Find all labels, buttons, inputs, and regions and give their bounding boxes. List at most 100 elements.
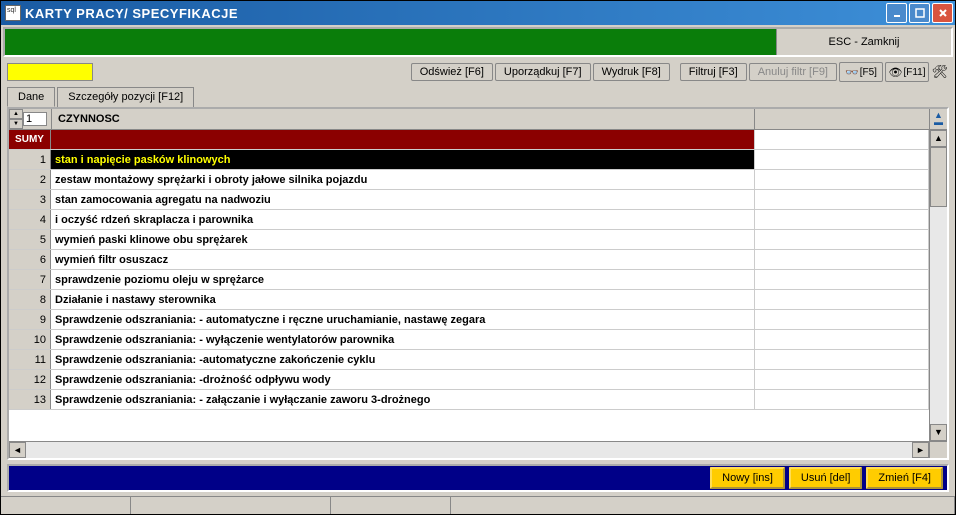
table-row[interactable]: 4i oczyść rdzeń skraplacza i parownika: [9, 210, 929, 230]
row-cell-czynnosc: zestaw montażowy sprężarki i obroty jało…: [51, 170, 755, 189]
new-button[interactable]: Nowy [ins]: [710, 467, 785, 489]
status-bar: [1, 496, 955, 514]
rect-icon: ▬: [934, 119, 943, 126]
sumy-cell2: [755, 130, 929, 149]
row-number: 7: [9, 270, 51, 289]
table-row[interactable]: 8Działanie i nastawy sterownika: [9, 290, 929, 310]
row-cell-empty: [755, 310, 929, 329]
row-cell-empty: [755, 170, 929, 189]
grid-header: ▲ ▼ CZYNNOSC ▲ ▬: [9, 109, 947, 130]
tab-strip: Dane Szczegóły pozycji [F12]: [1, 87, 955, 107]
data-grid: ▲ ▼ CZYNNOSC ▲ ▬ SUMY 1stan i napięcie p…: [7, 107, 949, 460]
row-number: 8: [9, 290, 51, 309]
row-cell-empty: [755, 210, 929, 229]
row-cell-czynnosc: stan zamocowania agregatu na nadwoziu: [51, 190, 755, 209]
refresh-button[interactable]: Odśwież [F6]: [411, 63, 493, 81]
row-cell-czynnosc: Sprawdzenie odszraniania: - automatyczne…: [51, 310, 755, 329]
table-row[interactable]: 12Sprawdzenie odszraniania: -drożność od…: [9, 370, 929, 390]
row-spinner[interactable]: ▲ ▼: [9, 109, 23, 129]
f5-button[interactable]: 👓[F5]: [839, 62, 883, 82]
status-1: [1, 497, 131, 514]
row-cell-czynnosc: Sprawdzenie odszraniania: - wyłączenie w…: [51, 330, 755, 349]
table-row[interactable]: 9Sprawdzenie odszraniania: - automatyczn…: [9, 310, 929, 330]
row-number: 10: [9, 330, 51, 349]
esc-close-button[interactable]: ESC - Zamknij: [776, 29, 951, 55]
row-cell-czynnosc: Sprawdzenie odszraniania: - załączanie i…: [51, 390, 755, 409]
status-4: [451, 497, 955, 514]
row-cell-empty: [755, 250, 929, 269]
column-header-czynnosc[interactable]: CZYNNOSC: [51, 109, 755, 129]
spin-up-icon[interactable]: ▲: [9, 109, 23, 119]
row-cell-empty: [755, 150, 929, 169]
table-row[interactable]: 2zestaw montażowy sprężarki i obroty jał…: [9, 170, 929, 190]
row-cell-empty: [755, 370, 929, 389]
spin-down-icon[interactable]: ▼: [9, 119, 23, 129]
close-button[interactable]: [932, 3, 953, 23]
row-number: 2: [9, 170, 51, 189]
row-number: 6: [9, 250, 51, 269]
row-number: 12: [9, 370, 51, 389]
titlebar: sql KARTY PRACY/ SPECYFIKACJE: [1, 1, 955, 25]
maximize-button[interactable]: [909, 3, 930, 23]
eye-icon: 👁: [888, 66, 902, 79]
f11-button[interactable]: 👁[F11]: [885, 62, 929, 82]
table-row[interactable]: 3stan zamocowania agregatu na nadwoziu: [9, 190, 929, 210]
glasses-icon: 👓: [845, 66, 859, 79]
row-cell-czynnosc: wymień paski klinowe obu sprężarek: [51, 230, 755, 249]
row-cell-empty: [755, 390, 929, 409]
row-cell-czynnosc: sprawdzenie poziomu oleju w sprężarce: [51, 270, 755, 289]
tab-dane[interactable]: Dane: [7, 87, 55, 107]
minimize-button[interactable]: [886, 3, 907, 23]
sql-icon: sql: [5, 5, 21, 21]
sumy-cell: [51, 130, 755, 149]
status-2: [131, 497, 331, 514]
table-row[interactable]: 10Sprawdzenie odszraniania: - wyłączenie…: [9, 330, 929, 350]
top-band: ESC - Zamknij: [3, 27, 953, 57]
scroll-right-icon[interactable]: ►: [912, 442, 929, 458]
row-cell-empty: [755, 350, 929, 369]
scroll-thumb[interactable]: [930, 147, 947, 207]
row-number: 4: [9, 210, 51, 229]
delete-button[interactable]: Usuń [del]: [789, 467, 863, 489]
print-button[interactable]: Wydruk [F8]: [593, 63, 670, 81]
row-cell-czynnosc: stan i napięcie pasków klinowych: [51, 150, 755, 169]
vertical-scrollbar[interactable]: ▲ ▼: [929, 130, 947, 441]
row-cell-empty: [755, 190, 929, 209]
yellow-indicator: [7, 63, 93, 81]
row-cell-czynnosc: Sprawdzenie odszraniania: -drożność odpł…: [51, 370, 755, 389]
table-row[interactable]: 13Sprawdzenie odszraniania: - załączanie…: [9, 390, 929, 410]
scroll-indicator[interactable]: ▲ ▬: [929, 109, 947, 129]
filter-button[interactable]: Filtruj [F3]: [680, 63, 747, 81]
scroll-left-icon[interactable]: ◄: [9, 442, 26, 458]
row-cell-empty: [755, 270, 929, 289]
table-row[interactable]: 6wymień filtr osuszacz: [9, 250, 929, 270]
row-cell-czynnosc: Sprawdzenie odszraniania: -automatyczne …: [51, 350, 755, 369]
table-row[interactable]: 5wymień paski klinowe obu sprężarek: [9, 230, 929, 250]
cancel-filter-button[interactable]: Anuluj filtr [F9]: [749, 63, 837, 81]
window-title: KARTY PRACY/ SPECYFIKACJE: [25, 6, 886, 21]
app-window: sql KARTY PRACY/ SPECYFIKACJE ESC - Zamk…: [0, 0, 956, 515]
table-row[interactable]: 11Sprawdzenie odszraniania: -automatyczn…: [9, 350, 929, 370]
row-cell-czynnosc: wymień filtr osuszacz: [51, 250, 755, 269]
table-row[interactable]: 7sprawdzenie poziomu oleju w sprężarce: [9, 270, 929, 290]
scroll-down-icon[interactable]: ▼: [930, 424, 947, 441]
tab-szczegoly[interactable]: Szczegóły pozycji [F12]: [57, 87, 194, 107]
row-cell-czynnosc: Działanie i nastawy sterownika: [51, 290, 755, 309]
sort-button[interactable]: Uporządkuj [F7]: [495, 63, 591, 81]
sumy-row[interactable]: SUMY: [9, 130, 929, 150]
toolbar: Odśwież [F6] Uporządkuj [F7] Wydruk [F8]…: [1, 59, 955, 85]
sumy-label: SUMY: [9, 130, 51, 149]
row-cell-empty: [755, 290, 929, 309]
row-number: 5: [9, 230, 51, 249]
status-3: [331, 497, 451, 514]
edit-button[interactable]: Zmień [F4]: [866, 467, 943, 489]
scroll-up-icon[interactable]: ▲: [930, 130, 947, 147]
row-number: 13: [9, 390, 51, 409]
action-bar: Nowy [ins] Usuń [del] Zmień [F4]: [7, 464, 949, 492]
column-header-empty: [755, 109, 929, 129]
horizontal-scrollbar[interactable]: ◄ ►: [9, 441, 947, 458]
current-row-input[interactable]: [23, 112, 47, 126]
tools-icon[interactable]: 🛠: [931, 63, 949, 81]
grid-rows: SUMY 1stan i napięcie pasków klinowych2z…: [9, 130, 929, 441]
table-row[interactable]: 1stan i napięcie pasków klinowych: [9, 150, 929, 170]
